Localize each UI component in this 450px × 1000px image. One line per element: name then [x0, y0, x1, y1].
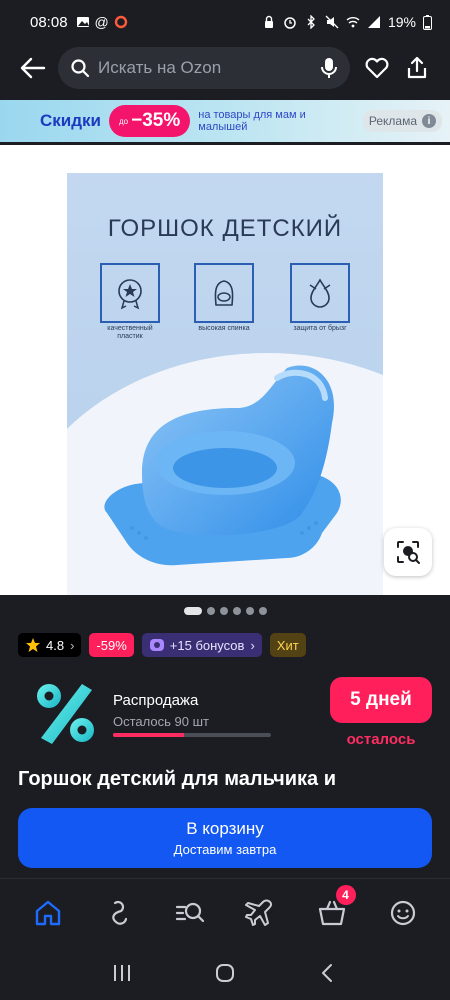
potty-illustration: [104, 365, 341, 566]
product-badges: 4.8 › -59% +15 бонусов › Хит: [18, 633, 306, 657]
info-icon: i: [422, 114, 436, 128]
share-icon[interactable]: [404, 55, 430, 81]
battery-percent: 19%: [387, 14, 416, 30]
carousel-dot[interactable]: [206, 607, 215, 615]
feature-high-back: высокая спинка: [194, 263, 254, 333]
rating-badge[interactable]: 4.8 ›: [18, 633, 82, 657]
carousel-dot[interactable]: [245, 607, 254, 615]
bluetooth-icon: [307, 15, 315, 29]
bonus-label: +15 бонусов: [169, 637, 245, 653]
search-icon: [71, 59, 90, 78]
favorite-heart-icon[interactable]: [364, 55, 390, 81]
recent-apps-icon[interactable]: [111, 962, 133, 984]
status-time: 08:08: [30, 13, 68, 31]
product-image: ГОРШОК ДЕТСКИЙ качественный пластик высо…: [67, 173, 383, 595]
feature-splash-guard-label: защита от брызг: [293, 325, 347, 332]
battery-icon: [423, 14, 432, 30]
search-bar[interactable]: Искать на Ozon: [58, 47, 350, 89]
gallery-notification-icon: [76, 17, 89, 27]
ozon-notification-icon: [114, 15, 127, 29]
image-heading: ГОРШОК ДЕТСКИЙ: [107, 215, 343, 242]
mute-icon: [325, 15, 339, 29]
add-to-cart-label: В корзину: [186, 819, 264, 838]
chevron-right-icon: ›: [250, 637, 255, 653]
days-left-caption: осталось: [346, 731, 416, 748]
hit-badge: Хит: [269, 633, 306, 657]
add-to-cart-button[interactable]: В корзину Доставим завтра: [18, 808, 432, 868]
microphone-icon[interactable]: [320, 57, 338, 79]
bonus-coin-icon: [149, 639, 164, 651]
alarm-icon: [284, 17, 296, 29]
feature-quality-label: качественный пластик: [107, 325, 153, 340]
promo-discount-prefix: до: [119, 116, 129, 126]
carousel-dot[interactable]: [183, 607, 202, 615]
bottom-tab-bar: 4: [0, 878, 450, 946]
status-right-icons: 19%: [262, 14, 432, 30]
status-left-icons: @: [76, 14, 128, 30]
visual-search-button[interactable]: [384, 528, 432, 576]
travel-icon[interactable]: [244, 897, 277, 929]
lock-icon: [264, 15, 273, 28]
stock-progress-fill: [113, 733, 185, 737]
delivery-label: Доставим завтра: [173, 842, 277, 857]
water-drop-icon: [309, 278, 331, 308]
chevron-right-icon: ›: [70, 637, 75, 653]
rating-value: 4.8: [46, 637, 65, 653]
stock-progress-bar: [113, 733, 271, 737]
system-nav-bar: [0, 946, 450, 1000]
feature-quality: качественный пластик: [100, 263, 160, 341]
search-placeholder: Искать на Ozon: [98, 58, 222, 77]
promo-discount-value: −35%: [131, 110, 181, 131]
stock-left: Осталось 90 шт: [113, 714, 209, 729]
ad-label[interactable]: Реклама i: [362, 110, 442, 132]
search-history-icon[interactable]: [174, 897, 206, 929]
sale-title: Распродажа: [113, 692, 199, 709]
carousel-dot[interactable]: [258, 607, 267, 615]
high-back-icon: [214, 280, 234, 306]
discount-badge: -59%: [89, 633, 134, 657]
ad-label-text: Реклама: [368, 114, 417, 128]
status-bar: 08:08 @ 19%: [0, 0, 450, 44]
wifi-icon: [346, 17, 360, 28]
feature-high-back-label: высокая спинка: [198, 325, 250, 332]
carousel-pagination[interactable]: [0, 607, 450, 615]
feature-splash-guard: защита от брызг: [290, 263, 350, 333]
cart-tab[interactable]: 4: [316, 884, 356, 929]
signal-icon: [367, 16, 380, 28]
product-title: Горшок детский для мальчика и: [18, 768, 337, 790]
star-icon: [26, 638, 40, 652]
carousel-dot[interactable]: [219, 607, 228, 615]
cart-count-badge: 4: [335, 884, 356, 905]
carousel-dot[interactable]: [232, 607, 241, 615]
bonus-badge[interactable]: +15 бонусов ›: [141, 633, 262, 657]
promo-subtitle: на товары для мам и малышей: [198, 109, 306, 133]
screen: 08:08 @ 19% Искать на Ozon Скидки до −35…: [0, 0, 450, 1000]
promo-banner[interactable]: Скидки до −35% на товары для мам и малыш…: [0, 100, 450, 142]
back-button-icon[interactable]: [317, 962, 339, 984]
app-header: Искать на Ozon: [0, 44, 450, 92]
quality-badge-icon: [118, 279, 142, 310]
promo-title: Скидки: [40, 111, 101, 130]
home-button-icon[interactable]: [214, 962, 236, 984]
back-arrow-icon[interactable]: [18, 53, 48, 83]
percent-icon: [37, 684, 94, 744]
product-gallery[interactable]: ГОРШОК ДЕТСКИЙ качественный пластик высо…: [0, 145, 450, 595]
profile-icon[interactable]: [387, 897, 419, 929]
promo-discount-pill: до −35%: [109, 105, 191, 137]
image-search-icon: [397, 541, 420, 564]
days-left-badge: 5 дней: [330, 677, 432, 723]
catalog-icon[interactable]: [103, 897, 135, 929]
at-notification-icon: @: [94, 14, 109, 30]
home-icon[interactable]: [32, 897, 64, 929]
